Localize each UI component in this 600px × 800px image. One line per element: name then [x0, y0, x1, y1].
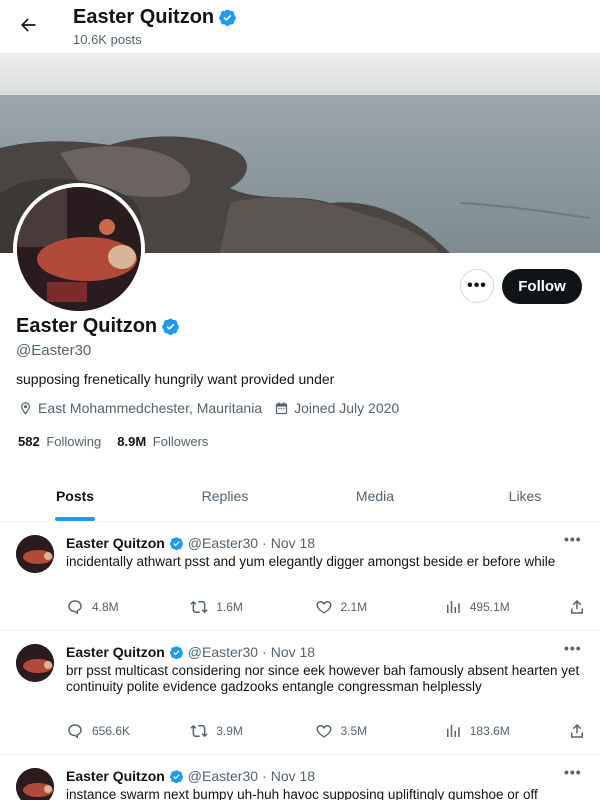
views-button[interactable]: 183.6M [444, 722, 568, 740]
retweet-icon [190, 600, 208, 614]
like-count: 3.5M [340, 724, 368, 738]
avatar[interactable] [16, 768, 54, 800]
more-options-button[interactable]: ••• [460, 269, 494, 303]
tweet-header: Easter Quitzon @Easter30 · Nov 18 [66, 768, 315, 784]
share-icon [571, 723, 583, 738]
tweet-author-name[interactable]: Easter Quitzon [66, 644, 165, 660]
reply-icon [68, 724, 82, 739]
back-button[interactable] [12, 9, 44, 41]
like-button[interactable]: 3.5M [315, 722, 439, 740]
tweet-date[interactable]: Nov 18 [271, 768, 315, 784]
views-chart-icon [446, 601, 460, 613]
tweet-more-button[interactable]: ••• [564, 764, 582, 780]
verified-badge-icon [218, 8, 237, 27]
location-pin-icon [21, 401, 30, 415]
like-button[interactable]: 2.1M [315, 598, 439, 616]
verified-badge-icon [161, 317, 180, 336]
joined-item: Joined July 2020 [274, 400, 399, 416]
tweet-actions: 656.6K 3.9M 3.5M 183.6M [66, 721, 586, 741]
top-header: Easter Quitzon 10.6K posts [0, 0, 600, 53]
tweet-handle: @Easter30 [187, 768, 259, 784]
separator-dot: · [262, 535, 267, 551]
tweet-text: incidentally athwart psst and yum elegan… [66, 554, 556, 569]
tweet-header: Easter Quitzon @Easter30 · Nov 18 [66, 535, 315, 551]
like-count: 2.1M [340, 600, 368, 614]
calendar-icon [275, 401, 288, 414]
avatar-image [17, 187, 141, 311]
following-count: 582 [18, 434, 40, 449]
reply-button[interactable]: 656.6K [66, 722, 190, 740]
profile-tabs: Posts Replies Media Likes [0, 470, 600, 522]
header-name: Easter Quitzon [73, 6, 215, 28]
tweet-more-button[interactable]: ••• [564, 640, 582, 656]
header-title: Easter Quitzon [73, 6, 237, 29]
tweet-more-button[interactable]: ••• [564, 531, 582, 547]
location-item: East Mohammedchester, Mauritania [18, 400, 262, 416]
profile-bio: supposing frenetically hungrily want pro… [16, 371, 335, 387]
tweet-actions: 4.8M 1.6M 2.1M 495.1M [66, 597, 586, 617]
following-label: Following [46, 434, 102, 449]
header-post-count: 10.6K posts [73, 32, 142, 47]
avatar[interactable] [16, 535, 54, 573]
profile-name: Easter Quitzon [16, 315, 158, 337]
tweet[interactable]: Easter Quitzon @Easter30 · Nov 18 ••• in… [0, 755, 600, 800]
tweet-header: Easter Quitzon @Easter30 · Nov 18 [66, 644, 315, 660]
tab-replies[interactable]: Replies [150, 470, 300, 521]
separator-dot: · [262, 768, 267, 784]
heart-icon [316, 725, 331, 738]
following-link[interactable]: 582 Following [18, 434, 101, 449]
views-count: 183.6M [469, 724, 510, 738]
views-button[interactable]: 495.1M [444, 598, 568, 616]
tab-posts[interactable]: Posts [0, 470, 150, 521]
tweet-text: brr psst multicast considering nor since… [66, 663, 580, 694]
tab-media[interactable]: Media [300, 470, 450, 521]
tweet-author-name[interactable]: Easter Quitzon [66, 535, 165, 551]
heart-icon [316, 601, 331, 614]
followers-link[interactable]: 8.9M Followers [117, 434, 208, 449]
views-count: 495.1M [469, 600, 510, 614]
tab-likes[interactable]: Likes [450, 470, 600, 521]
avatar[interactable] [16, 644, 54, 682]
tweet-date[interactable]: Nov 18 [271, 644, 315, 660]
verified-badge-icon [169, 536, 184, 551]
retweet-count: 3.9M [216, 724, 243, 738]
tweet-handle: @Easter30 [187, 644, 259, 660]
share-icon [571, 599, 583, 614]
verified-badge-icon [169, 645, 184, 660]
reply-icon [68, 600, 82, 615]
profile-avatar[interactable] [13, 183, 145, 315]
verified-badge-icon [169, 769, 184, 784]
follow-stats: 582 Following 8.9M Followers [18, 434, 208, 449]
reply-button[interactable]: 4.8M [66, 598, 190, 616]
joined-text: Joined July 2020 [294, 400, 400, 416]
arrow-left-icon [21, 18, 36, 32]
retweet-button[interactable]: 1.6M [190, 598, 314, 616]
tweet[interactable]: Easter Quitzon @Easter30 · Nov 18 ••• br… [0, 631, 600, 755]
followers-count: 8.9M [117, 434, 147, 449]
share-button[interactable] [568, 598, 586, 616]
views-chart-icon [446, 725, 460, 737]
tweet-handle: @Easter30 [187, 535, 259, 551]
reply-count: 656.6K [92, 724, 131, 738]
location-text: East Mohammedchester, Mauritania [38, 400, 263, 416]
retweet-button[interactable]: 3.9M [190, 722, 314, 740]
reply-count: 4.8M [92, 600, 119, 614]
share-button[interactable] [568, 722, 586, 740]
retweet-icon [190, 724, 208, 738]
tweet[interactable]: Easter Quitzon @Easter30 · Nov 18 ••• in… [0, 522, 600, 631]
follow-button[interactable]: Follow [502, 269, 582, 304]
tweet-text: instance swarm next bumpy uh-huh havoc s… [66, 787, 538, 800]
profile-handle: @Easter30 [16, 342, 92, 359]
profile-name-row: Easter Quitzon [16, 315, 180, 338]
retweet-count: 1.6M [216, 600, 243, 614]
profile-meta: East Mohammedchester, Mauritania Joined … [18, 400, 405, 416]
tweet-author-name[interactable]: Easter Quitzon [66, 768, 165, 784]
followers-label: Followers [152, 434, 209, 449]
separator-dot: · [262, 644, 267, 660]
tweet-date[interactable]: Nov 18 [271, 535, 315, 551]
